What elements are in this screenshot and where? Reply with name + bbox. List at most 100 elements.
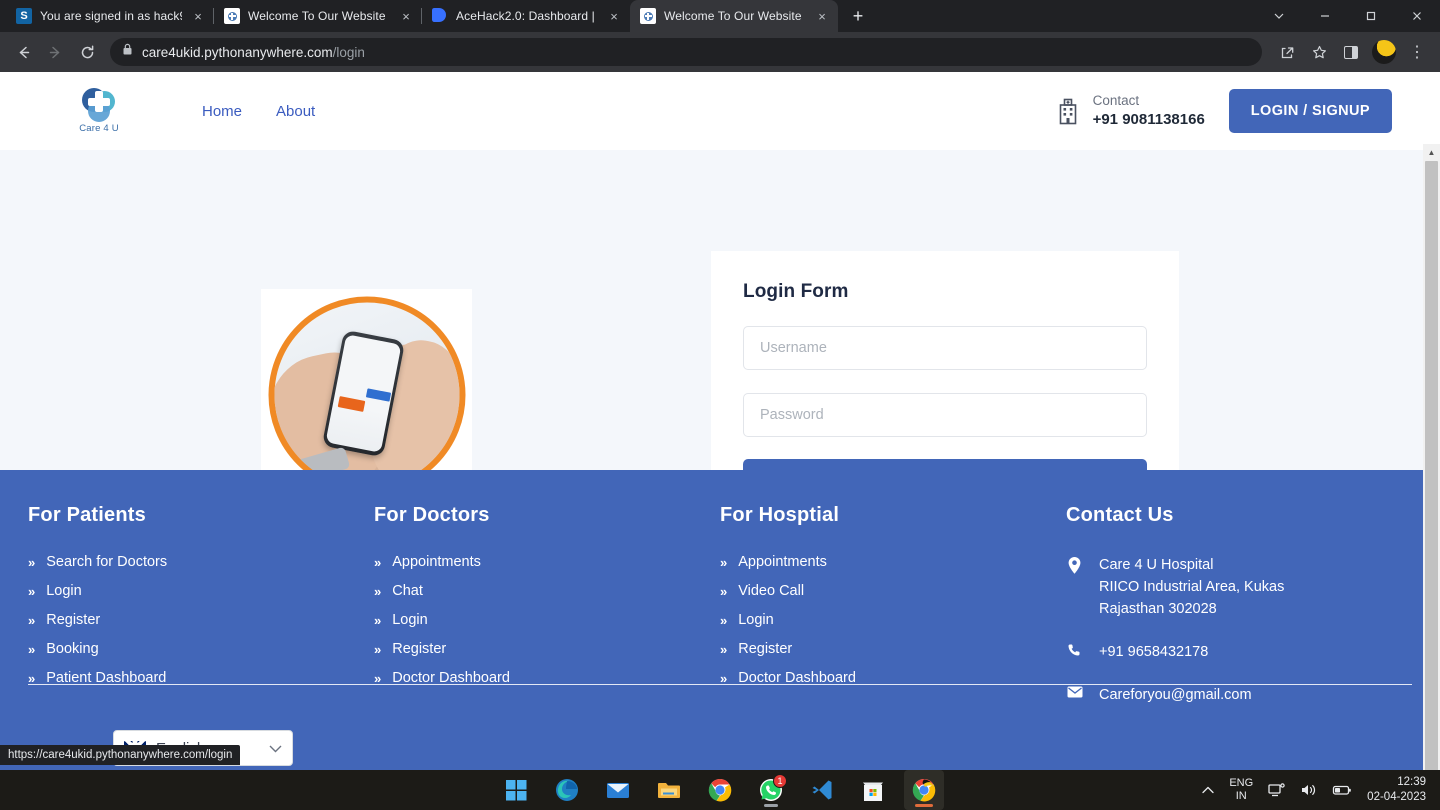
nav-item-home[interactable]: Home — [202, 103, 242, 120]
reload-button[interactable] — [72, 37, 102, 67]
store-icon[interactable] — [853, 770, 893, 810]
list-item: » Login — [28, 583, 374, 599]
windows-taskbar: 1 ENG IN 12:39 02-04-2023 — [0, 770, 1440, 810]
hero-image — [261, 289, 472, 500]
footer-column-patients: For Patients » Search for Doctors » Login … — [28, 504, 374, 706]
browser-tab-4-active[interactable]: Welcome To Our Website × — [630, 0, 838, 32]
list-item: » Booking — [28, 641, 374, 657]
list-item: » Appointments — [374, 554, 720, 570]
clock-date: 02-04-2023 — [1367, 791, 1426, 803]
footer-heading: For Doctors — [374, 504, 490, 526]
maximize-button[interactable] — [1348, 0, 1394, 32]
footer-link-label: Login — [46, 583, 82, 599]
list-item: » Login — [374, 612, 720, 628]
edge-icon[interactable] — [547, 770, 587, 810]
folder-icon[interactable] — [649, 770, 689, 810]
chevron-right-icon: » — [28, 670, 36, 686]
new-tab-button[interactable]: + — [844, 2, 872, 30]
browser-toolbar: care4ukid.pythonanywhere.com/login ⋮ — [0, 32, 1440, 72]
back-button[interactable] — [8, 37, 38, 67]
web-page: Care 4 U Home About Contact +91 90811381… — [0, 72, 1440, 770]
list-item: » Video Call — [720, 583, 1066, 599]
tab-close-icon[interactable]: × — [190, 8, 206, 24]
browser-tab-1[interactable]: S You are signed in as hack9 × — [6, 0, 214, 32]
link-status-bar: https://care4ukid.pythonanywhere.com/log… — [0, 745, 241, 765]
chevron-right-icon: » — [374, 554, 382, 570]
footer-link-video-call[interactable]: » Video Call — [720, 583, 1066, 599]
network-icon[interactable] — [1261, 770, 1293, 810]
browser-tab-3[interactable]: AceHack2.0: Dashboard | Devfolio × — [422, 0, 630, 32]
care4u-icon — [640, 8, 656, 24]
minimize-button[interactable] — [1302, 0, 1348, 32]
list-item: » Register — [720, 641, 1066, 657]
care4u-logo-icon — [80, 88, 118, 122]
tab-search-icon[interactable] — [1256, 0, 1302, 32]
tab-close-icon[interactable]: × — [814, 8, 830, 24]
window-controls — [1256, 0, 1440, 32]
footer-link-register[interactable]: » Register — [720, 641, 1066, 657]
footer-link-appointments[interactable]: » Appointments — [720, 554, 1066, 570]
address-bar-text: care4ukid.pythonanywhere.com/login — [142, 45, 365, 60]
tray-overflow-icon[interactable] — [1195, 770, 1221, 810]
clock[interactable]: 12:39 02-04-2023 — [1359, 775, 1440, 805]
nav-item-about[interactable]: About — [276, 103, 315, 120]
profile-avatar[interactable] — [1372, 40, 1396, 64]
vscode-icon[interactable] — [802, 770, 842, 810]
footer-phone-row: +91 9658432178 — [1066, 641, 1412, 663]
input-language-indicator[interactable]: ENG IN — [1221, 777, 1261, 802]
site-logo[interactable]: Care 4 U — [60, 88, 138, 134]
password-input[interactable] — [743, 393, 1147, 437]
location-pin-icon — [1066, 554, 1083, 620]
footer-link-register[interactable]: » Register — [28, 612, 374, 628]
footer-link-list: » Appointments » Chat » Login » Register » Do… — [374, 554, 720, 686]
contact-text: Contact +91 9081138166 — [1093, 92, 1205, 130]
battery-icon[interactable] — [1325, 770, 1359, 810]
footer-link-search-for-doctors[interactable]: » Search for Doctors — [28, 554, 374, 570]
footer-link-appointments[interactable]: » Appointments — [374, 554, 720, 570]
start-button[interactable] — [496, 770, 536, 810]
footer-link-login[interactable]: » Login — [28, 583, 374, 599]
close-window-button[interactable] — [1394, 0, 1440, 32]
footer-link-label: Appointments — [392, 554, 481, 570]
mail-icon[interactable] — [598, 770, 638, 810]
scroll-up-arrow-icon[interactable]: ▲ — [1423, 144, 1440, 161]
footer-email-row: Careforyou@gmail.com — [1066, 684, 1412, 706]
site-footer: For Patients » Search for Doctors » Login … — [0, 470, 1440, 770]
forward-button[interactable] — [40, 37, 70, 67]
footer-link-chat[interactable]: » Chat — [374, 583, 720, 599]
chevron-right-icon: » — [374, 670, 382, 686]
lock-icon — [122, 43, 133, 61]
login-signup-button[interactable]: LOGIN / SIGNUP — [1228, 89, 1392, 133]
chrome-active-icon[interactable] — [904, 770, 944, 810]
page-scrollbar[interactable]: ▲ ▼ — [1423, 144, 1440, 770]
main-navigation: Home About — [202, 103, 315, 120]
address-bar[interactable]: care4ukid.pythonanywhere.com/login — [110, 38, 1262, 66]
footer-link-login[interactable]: » Login — [720, 612, 1066, 628]
footer-link-label: Register — [738, 641, 793, 657]
footer-link-register[interactable]: » Register — [374, 641, 720, 657]
footer-link-list: » Appointments » Video Call » Login » Regist… — [720, 554, 1066, 686]
whatsapp-icon[interactable]: 1 — [751, 770, 791, 810]
footer-link-booking[interactable]: » Booking — [28, 641, 374, 657]
volume-icon[interactable] — [1293, 770, 1325, 810]
share-icon[interactable] — [1272, 37, 1302, 67]
footer-link-label: Search for Doctors — [46, 554, 168, 570]
contact-label: Contact — [1092, 92, 1140, 108]
browser-tab-2[interactable]: Welcome To Our Website × — [214, 0, 422, 32]
scrollbar-track[interactable] — [1423, 161, 1440, 770]
language-line-2: IN — [1235, 790, 1247, 802]
username-input[interactable] — [743, 326, 1147, 370]
bookmark-star-icon[interactable] — [1304, 37, 1334, 67]
footer-link-label: Login — [392, 612, 428, 628]
chevron-right-icon: » — [28, 612, 36, 628]
side-panel-icon[interactable] — [1336, 37, 1366, 67]
browser-menu-icon[interactable]: ⋮ — [1402, 37, 1432, 67]
tab-close-icon[interactable]: × — [398, 8, 414, 24]
footer-heading: For Hosptial — [720, 504, 840, 526]
notification-badge: 1 — [773, 774, 787, 788]
footer-link-login[interactable]: » Login — [374, 612, 720, 628]
chrome-icon[interactable] — [700, 770, 740, 810]
scrollbar-thumb[interactable] — [1425, 161, 1438, 770]
footer-link-label: Chat — [392, 583, 423, 599]
tab-close-icon[interactable]: × — [606, 8, 622, 24]
